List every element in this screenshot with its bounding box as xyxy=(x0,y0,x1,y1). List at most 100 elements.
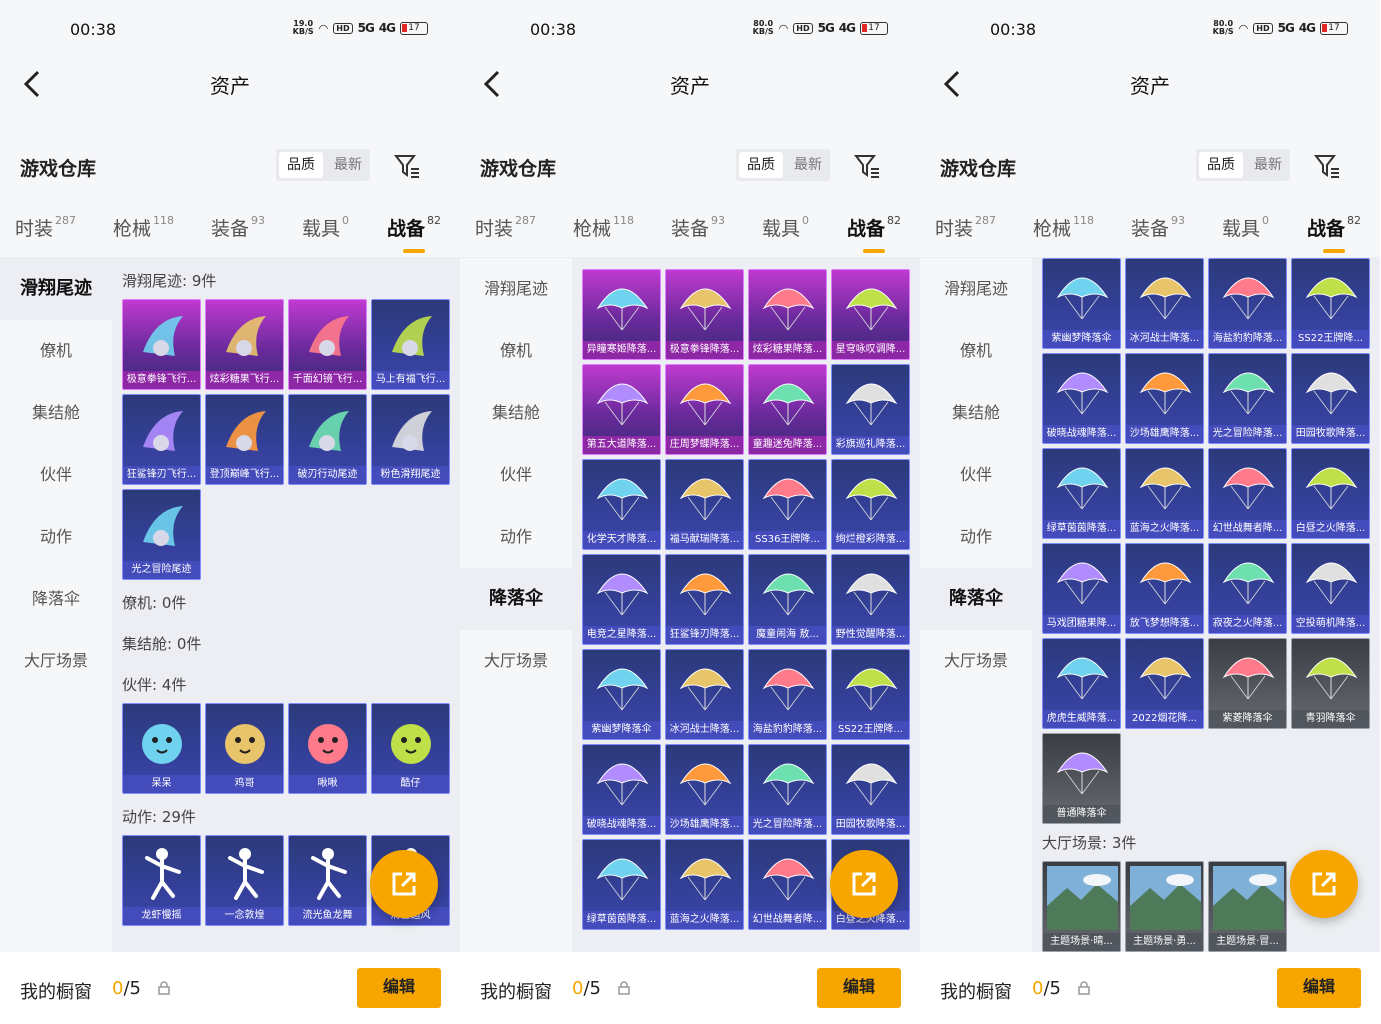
sidebar-item-wingman[interactable]: 僚机 xyxy=(920,320,1032,382)
parachute-card[interactable]: 马戏团糖果降... xyxy=(1042,543,1121,634)
parachute-card[interactable]: 极意拳锋降落... xyxy=(665,269,744,360)
parachute-card[interactable]: 紫幽梦降落伞 xyxy=(1042,258,1121,349)
sidebar-item-parachute[interactable]: 降落伞 xyxy=(0,568,112,630)
sidebar-item-partner[interactable]: 伙伴 xyxy=(460,444,572,506)
filter-icon[interactable] xyxy=(393,152,421,180)
sidebar-item-glide-trail[interactable]: 滑翔尾迹 xyxy=(460,258,572,320)
parachute-card[interactable]: 绿草茵茵降落... xyxy=(582,839,661,930)
lobby-card[interactable]: 主题场景·勇... xyxy=(1125,861,1204,952)
parachute-card[interactable]: 紫幽梦降落伞 xyxy=(582,649,661,740)
sidebar-item-lobby[interactable]: 大厅场景 xyxy=(460,630,572,692)
parachute-card[interactable]: 魔童闹海 敖... xyxy=(748,554,827,645)
share-button[interactable] xyxy=(1290,850,1358,918)
parachute-card[interactable]: 异瞳寒姬降落... xyxy=(582,269,661,360)
partner-card[interactable]: 呆呆 xyxy=(122,703,201,794)
glide-card[interactable]: 极意拳锋飞行... xyxy=(122,299,201,390)
parachute-card[interactable]: 白昼之火降落... xyxy=(1291,448,1370,539)
parachute-card[interactable]: 空投萌机降落... xyxy=(1291,543,1370,634)
sort-toggle[interactable]: 品质 最新 xyxy=(276,149,370,181)
tab-combat[interactable]: 战备 82 xyxy=(1307,214,1361,253)
parachute-card[interactable]: 化学天才降落... xyxy=(582,459,661,550)
tab-vehicle[interactable]: 载具 0 xyxy=(762,214,809,241)
lobby-card[interactable]: 主题场景·冒... xyxy=(1208,861,1287,952)
parachute-card[interactable]: 福马献瑞降落... xyxy=(665,459,744,550)
parachute-card[interactable]: 海盐豹豹降落... xyxy=(1208,258,1287,349)
parachute-card[interactable]: 田园牧歌降落... xyxy=(1291,353,1370,444)
sort-latest[interactable]: 最新 xyxy=(1246,149,1290,181)
tab-gear[interactable]: 装备 93 xyxy=(211,214,265,241)
edit-button[interactable]: 编辑 xyxy=(357,968,441,1008)
sidebar-item-lobby[interactable]: 大厅场景 xyxy=(0,630,112,692)
edit-button[interactable]: 编辑 xyxy=(1277,968,1361,1008)
action-card[interactable]: 龙虾慢摇 xyxy=(122,835,201,926)
parachute-card[interactable]: 蓝海之火降落... xyxy=(1125,448,1204,539)
sort-toggle[interactable]: 品质 最新 xyxy=(1196,149,1290,181)
parachute-card[interactable]: 幻世战舞者降... xyxy=(748,839,827,930)
parachute-card[interactable]: 冰河战士降落... xyxy=(1125,258,1204,349)
parachute-card[interactable]: 绚烂橙彩降落... xyxy=(831,459,910,550)
parachute-card[interactable]: 田园牧歌降落... xyxy=(831,744,910,835)
tab-combat[interactable]: 战备 82 xyxy=(387,214,441,253)
parachute-card[interactable]: 寂夜之火降落... xyxy=(1208,543,1287,634)
parachute-card[interactable]: 狂鲨锋刃降落... xyxy=(665,554,744,645)
sidebar-item-glide-trail[interactable]: 滑翔尾迹 xyxy=(0,258,112,320)
glide-card[interactable]: 马上有福飞行... xyxy=(371,299,450,390)
glide-card[interactable]: 破刃行动尾迹 xyxy=(288,394,367,485)
sidebar-item-lobby[interactable]: 大厅场景 xyxy=(920,630,1032,692)
parachute-card[interactable]: 放飞梦想降落... xyxy=(1125,543,1204,634)
tab-guns[interactable]: 枪械 118 xyxy=(113,214,174,241)
parachute-card[interactable]: 第五大道降落... xyxy=(582,364,661,455)
parachute-card[interactable]: 海盐豹豹降落... xyxy=(748,649,827,740)
sidebar-item-wingman[interactable]: 僚机 xyxy=(460,320,572,382)
glide-card[interactable]: 千面幻镜飞行... xyxy=(288,299,367,390)
sort-quality[interactable]: 品质 xyxy=(739,152,783,178)
parachute-card[interactable]: 光之冒险降落... xyxy=(748,744,827,835)
parachute-card[interactable]: 紫菱降落伞 xyxy=(1208,638,1287,729)
sidebar-item-glide-trail[interactable]: 滑翔尾迹 xyxy=(920,258,1032,320)
sidebar-item-partner[interactable]: 伙伴 xyxy=(0,444,112,506)
tab-fashion[interactable]: 时装 287 xyxy=(475,214,536,241)
parachute-card[interactable]: 破晓战魂降落... xyxy=(1042,353,1121,444)
parachute-card[interactable]: 野性觉醒降落... xyxy=(831,554,910,645)
parachute-card[interactable]: SS22王牌降... xyxy=(1291,258,1370,349)
parachute-card[interactable]: 彩旗巡礼降落... xyxy=(831,364,910,455)
parachute-card[interactable]: 绿草茵茵降落... xyxy=(1042,448,1121,539)
filter-icon[interactable] xyxy=(1313,152,1341,180)
partner-card[interactable]: 鸡哥 xyxy=(205,703,284,794)
parachute-card[interactable]: SS36王牌降... xyxy=(748,459,827,550)
sort-quality[interactable]: 品质 xyxy=(279,152,323,178)
glide-card[interactable]: 光之冒险尾迹 xyxy=(122,489,201,580)
share-button[interactable] xyxy=(370,850,438,918)
filter-icon[interactable] xyxy=(853,152,881,180)
parachute-card[interactable]: 蓝海之火降落... xyxy=(665,839,744,930)
sidebar-item-pod[interactable]: 集结舱 xyxy=(0,382,112,444)
glide-card[interactable]: 狂鲨锋刃飞行... xyxy=(122,394,201,485)
sidebar-item-partner[interactable]: 伙伴 xyxy=(920,444,1032,506)
sidebar-item-pod[interactable]: 集结舱 xyxy=(460,382,572,444)
action-card[interactable]: 一念敦煌 xyxy=(205,835,284,926)
glide-card[interactable]: 炫彩糖果飞行... xyxy=(205,299,284,390)
parachute-card[interactable]: 沙场雄鹰降落... xyxy=(665,744,744,835)
sort-toggle[interactable]: 品质 最新 xyxy=(736,149,830,181)
sidebar-item-pod[interactable]: 集结舱 xyxy=(920,382,1032,444)
parachute-card[interactable]: 虎虎生威降落... xyxy=(1042,638,1121,729)
parachute-card[interactable]: 庄周梦蝶降落... xyxy=(665,364,744,455)
sidebar-item-wingman[interactable]: 僚机 xyxy=(0,320,112,382)
sort-latest[interactable]: 最新 xyxy=(326,149,370,181)
tab-guns[interactable]: 枪械 118 xyxy=(573,214,634,241)
sort-quality[interactable]: 品质 xyxy=(1199,152,1243,178)
parachute-card[interactable]: 炫彩糖果降落... xyxy=(748,269,827,360)
tab-gear[interactable]: 装备 93 xyxy=(1131,214,1185,241)
sidebar-item-action[interactable]: 动作 xyxy=(920,506,1032,568)
partner-card[interactable]: 酷仔 xyxy=(371,703,450,794)
tab-vehicle[interactable]: 载具 0 xyxy=(302,214,349,241)
glide-card[interactable]: 粉色滑翔尾迹 xyxy=(371,394,450,485)
sidebar-item-action[interactable]: 动作 xyxy=(460,506,572,568)
sort-latest[interactable]: 最新 xyxy=(786,149,830,181)
tab-gear[interactable]: 装备 93 xyxy=(671,214,725,241)
share-button[interactable] xyxy=(830,850,898,918)
parachute-card[interactable]: SS22王牌降... xyxy=(831,649,910,740)
tab-combat[interactable]: 战备 82 xyxy=(847,214,901,253)
parachute-card[interactable]: 电竞之星降落... xyxy=(582,554,661,645)
tab-fashion[interactable]: 时装 287 xyxy=(935,214,996,241)
